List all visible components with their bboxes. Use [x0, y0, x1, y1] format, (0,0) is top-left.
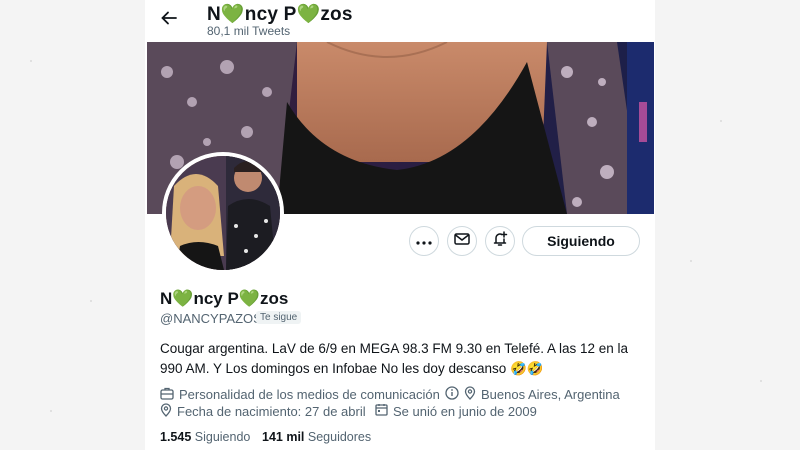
- profile-birthday: Fecha de nacimiento: 27 de abril: [160, 403, 366, 420]
- followers-stat[interactable]: 141 mil Seguidores: [262, 430, 371, 444]
- background-speck: [50, 410, 52, 412]
- profile-header: N💚ncy P💚zos 80,1 mil Tweets: [0, 0, 800, 42]
- info-icon[interactable]: [445, 386, 464, 403]
- header-display-name: N💚ncy P💚zos: [207, 4, 353, 25]
- background-speck: [30, 60, 32, 62]
- calendar-icon: [375, 403, 393, 419]
- profile-avatar[interactable]: [162, 152, 284, 274]
- green-heart-icon: 💚: [172, 289, 194, 308]
- mail-icon: [454, 232, 470, 251]
- tweet-count: 80,1 mil Tweets: [207, 24, 291, 38]
- profile-display-name: N💚ncy P💚zos: [160, 289, 289, 308]
- profile-handle: @NANCYPAZOS: [160, 311, 262, 326]
- background-speck: [760, 380, 762, 382]
- briefcase-icon: [160, 387, 179, 403]
- more-icon: [416, 232, 432, 250]
- bell-plus-icon: [492, 230, 508, 252]
- green-heart-icon: 💚: [238, 289, 260, 308]
- location-pin-icon: [160, 403, 177, 420]
- green-heart-icon: 💚: [220, 4, 245, 25]
- location-pin-icon: [464, 386, 481, 403]
- background-speck: [690, 260, 692, 262]
- notify-button[interactable]: [485, 226, 515, 256]
- message-button[interactable]: [447, 226, 477, 256]
- profile-joined-date: Se unió en junio de 2009: [375, 403, 537, 419]
- background-speck: [90, 300, 92, 302]
- follows-you-badge: Te sigue: [256, 311, 302, 324]
- following-stat[interactable]: 1.545 Siguiendo: [160, 430, 250, 444]
- background-speck: [720, 120, 722, 122]
- more-button[interactable]: [409, 226, 439, 256]
- arrow-left-icon[interactable]: [160, 9, 178, 29]
- following-button[interactable]: Siguiendo: [522, 226, 640, 256]
- profile-location: Buenos Aires, Argentina: [464, 386, 620, 403]
- profile-category: Personalidad de los medios de comunicaci…: [160, 386, 464, 403]
- green-heart-icon: 💚: [296, 4, 321, 25]
- profile-bio: Cougar argentina. LaV de 6/9 en MEGA 98.…: [160, 341, 629, 376]
